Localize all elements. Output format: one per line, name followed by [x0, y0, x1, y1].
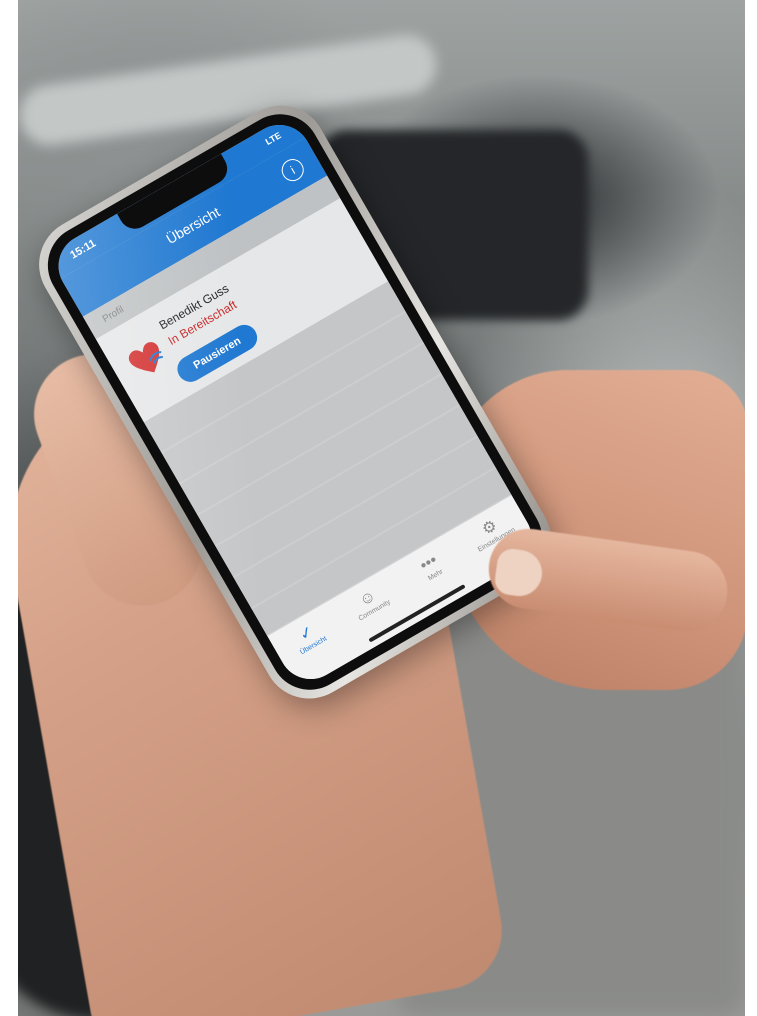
section-label-profile: Profil [100, 304, 126, 326]
status-time: 15:11 [68, 237, 99, 262]
photo-background: 15:11 LTE Übersicht i Profil Benedikt Gu… [18, 0, 745, 1016]
heart-logo-icon [128, 342, 163, 373]
status-signal: LTE [263, 130, 283, 148]
